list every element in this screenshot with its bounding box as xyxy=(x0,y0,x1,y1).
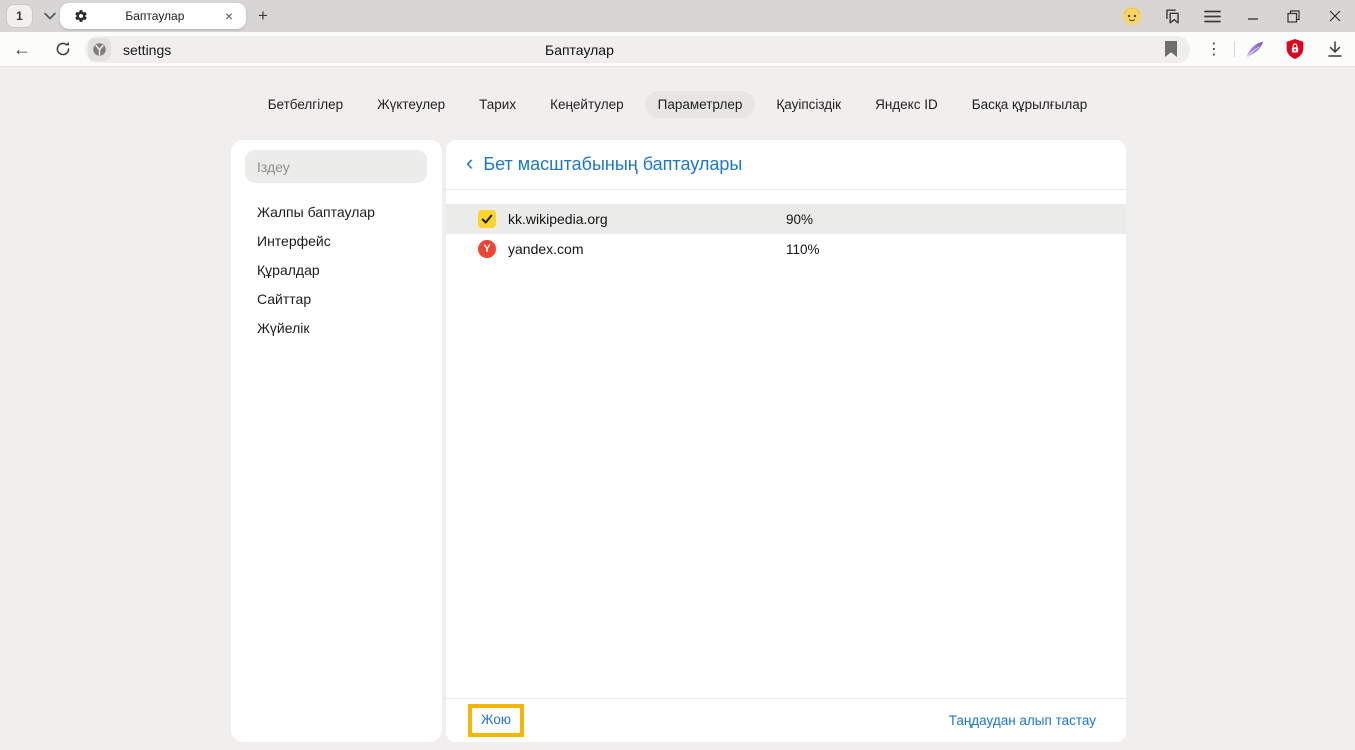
shield-lock-icon xyxy=(1285,38,1305,60)
tab-title: Баптаулар xyxy=(88,9,222,23)
collections-icon xyxy=(1163,7,1182,26)
address-bar: ← settings Баптаулар ⋮ xyxy=(0,32,1355,67)
nav-tab-yandex-id[interactable]: Яндекс ID xyxy=(862,91,951,118)
nav-tab-downloads[interactable]: Жүктеулер xyxy=(364,91,458,118)
site-zoom-value: 90% xyxy=(786,212,813,227)
back-chevron-icon[interactable]: ‹ xyxy=(466,152,473,177)
bookmark-page-button[interactable] xyxy=(1164,41,1178,57)
chevron-down-icon xyxy=(44,12,56,20)
site-row-wikipedia[interactable]: kk.wikipedia.org 90% xyxy=(446,204,1126,234)
url-field[interactable]: settings Баптаулар xyxy=(85,36,1190,63)
bookmark-flag-icon xyxy=(1164,41,1178,57)
collections-button[interactable] xyxy=(1152,0,1192,32)
sidebar-item-interface[interactable]: Интерфейс xyxy=(231,226,442,255)
site-zoom-value: 110% xyxy=(786,242,820,257)
close-icon xyxy=(1329,10,1341,22)
panel-header[interactable]: ‹ Бет масштабының баптаулары xyxy=(446,140,1126,190)
minimize-icon xyxy=(1247,10,1259,22)
download-icon xyxy=(1327,41,1343,58)
search-input[interactable] xyxy=(245,150,427,183)
browser-menu-button[interactable] xyxy=(1192,0,1232,32)
browser-tab-settings[interactable]: Баптаулар × xyxy=(60,3,246,29)
settings-page: Бетбелгілер Жүктеулер Тарих Кеңейтулер П… xyxy=(0,67,1355,750)
delete-button[interactable]: Жою xyxy=(468,704,524,736)
nav-tab-other-devices[interactable]: Басқа құрылғылар xyxy=(959,91,1101,118)
new-tab-button[interactable]: + xyxy=(252,5,274,27)
tab-counter-badge[interactable]: 1 xyxy=(7,5,32,27)
site-row-yandex[interactable]: Y yandex.com 110% xyxy=(446,234,1126,264)
sidebar-items: Жалпы баптаулар Интерфейс Құралдар Сайтт… xyxy=(231,197,442,342)
nav-tab-security[interactable]: Қауіпсіздік xyxy=(763,91,854,118)
yandex-favicon-icon: Y xyxy=(478,240,496,258)
protect-shield-button[interactable] xyxy=(1275,32,1315,66)
sidebar-item-general[interactable]: Жалпы баптаулар xyxy=(231,197,442,226)
reload-button[interactable] xyxy=(48,32,78,66)
panel-footer: Жою Таңдаудан алып тастау xyxy=(446,698,1126,742)
window-close-button[interactable] xyxy=(1314,0,1355,32)
panel-title: Бет масштабының баптаулары xyxy=(483,154,742,175)
site-badge[interactable] xyxy=(88,38,111,61)
reload-icon xyxy=(55,41,71,57)
url-overflow-menu-button[interactable]: ⋮ xyxy=(1194,32,1234,66)
settings-nav-tabs: Бетбелгілер Жүктеулер Тарих Кеңейтулер П… xyxy=(0,90,1355,118)
sidebar-search xyxy=(245,150,427,183)
yandex-browser-icon xyxy=(92,42,107,57)
tab-strip: 1 Баптаулар × + xyxy=(0,0,1355,32)
nav-tab-history[interactable]: Тарих xyxy=(466,91,529,118)
avatar-icon xyxy=(1122,6,1142,26)
nav-tab-extensions[interactable]: Кеңейтулер xyxy=(537,91,637,118)
gear-icon xyxy=(74,9,88,23)
site-zoom-list: kk.wikipedia.org 90% Y yandex.com 110% xyxy=(446,204,1126,264)
tab-close-button[interactable]: × xyxy=(222,7,236,25)
nav-tab-bookmarks[interactable]: Бетбелгілер xyxy=(255,91,356,118)
back-button[interactable]: ← xyxy=(7,32,37,66)
sidebar-item-sites[interactable]: Сайттар xyxy=(231,284,442,313)
zen-feather-button[interactable] xyxy=(1235,32,1275,66)
nav-tab-settings[interactable]: Параметрлер xyxy=(645,91,756,118)
unselect-all-link[interactable]: Таңдаудан алып тастау xyxy=(949,713,1096,728)
sidebar-item-system[interactable]: Жүйелік xyxy=(231,313,442,342)
checkmark-icon xyxy=(481,214,493,225)
profile-avatar[interactable] xyxy=(1112,0,1152,32)
page-title-in-bar: Баптаулар xyxy=(545,36,614,63)
downloads-button[interactable] xyxy=(1315,32,1355,66)
restore-icon xyxy=(1287,10,1300,23)
settings-sidebar: Жалпы баптаулар Интерфейс Құралдар Сайтт… xyxy=(231,140,442,742)
site-name: kk.wikipedia.org xyxy=(508,211,608,227)
window-restore-button[interactable] xyxy=(1273,0,1314,32)
vertical-dots-icon: ⋮ xyxy=(1206,39,1222,59)
page-zoom-settings-panel: ‹ Бет масштабының баптаулары kk.wikipedi… xyxy=(446,140,1126,742)
checkbox-checked-icon[interactable] xyxy=(478,210,496,228)
window-minimize-button[interactable] xyxy=(1232,0,1273,32)
tab-list-chevron-button[interactable] xyxy=(38,5,62,27)
feather-icon xyxy=(1244,38,1266,60)
site-name: yandex.com xyxy=(508,241,583,257)
sidebar-item-tools[interactable]: Құралдар xyxy=(231,255,442,284)
url-text: settings xyxy=(123,42,171,58)
hamburger-icon xyxy=(1204,10,1221,23)
